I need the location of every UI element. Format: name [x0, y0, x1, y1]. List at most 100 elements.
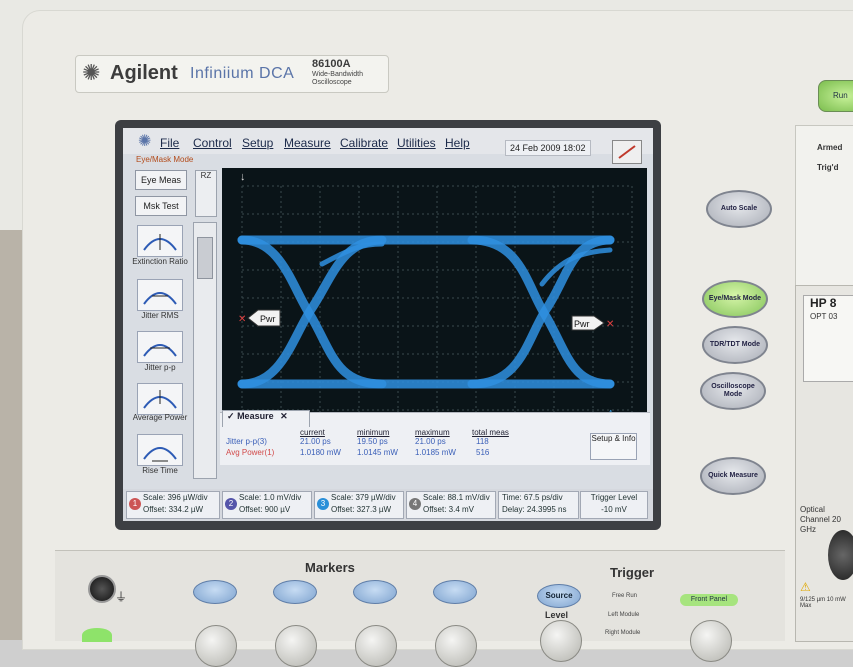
measure-tab[interactable]: ✓ Measure ✕	[222, 410, 310, 427]
scroll-thumb[interactable]	[197, 237, 213, 279]
laser-warning-icon: ⚠	[800, 580, 811, 594]
menu-measure[interactable]: Measure	[284, 136, 331, 150]
channel-1-offset: Offset: 334.2 µW	[143, 505, 204, 514]
menu-file[interactable]: File	[160, 136, 179, 150]
trigger-level-knob[interactable]	[540, 620, 582, 662]
pwr-marker-right-label: Pwr	[574, 319, 590, 329]
channel-4-badge: 4	[409, 498, 421, 510]
date-time: 24 Feb 2009 18:02	[505, 140, 591, 156]
channel-1-setting[interactable]: 1 Scale: 396 µW/div Offset: 334.2 µW	[126, 491, 220, 519]
module-title: HP 8	[810, 296, 837, 310]
marker-x-left-icon: ✕	[238, 314, 246, 325]
trigger-knob-right[interactable]	[690, 620, 732, 662]
rise-time-label: Rise Time	[142, 466, 178, 475]
timebase-time: Time: 67.5 ps/div	[502, 493, 563, 502]
jitter-pp-button[interactable]	[137, 331, 183, 363]
brand-product-line: Infiniium DCA	[190, 65, 295, 82]
average-power-button[interactable]	[137, 383, 183, 415]
ground-connector[interactable]	[88, 575, 116, 603]
left-module-label: Left Module	[608, 612, 640, 618]
trigger-group-label: Trigger	[610, 565, 655, 580]
mode-title: Eye/Mask Mode	[136, 155, 194, 164]
menu-calibrate[interactable]: Calibrate	[340, 136, 388, 150]
mask-test-button[interactable]: Msk Test	[135, 196, 187, 216]
run-button[interactable]: Run	[818, 80, 853, 112]
scrollbar[interactable]	[193, 222, 217, 479]
oscilloscope-mode-button[interactable]: Oscilloscope Mode	[700, 372, 766, 410]
channel-1-badge: 1	[129, 498, 141, 510]
pen-icon	[618, 145, 636, 159]
channel-2-setting[interactable]: 2 Scale: 1.0 mV/div Offset: 900 µV	[222, 491, 312, 519]
markers-group-label: Markers	[305, 560, 355, 575]
menu-control[interactable]: Control	[193, 136, 232, 150]
row-jitter-current: 21.00 ps	[300, 437, 331, 446]
rise-time-icon	[143, 447, 177, 462]
marker-x-right-icon: ✕	[606, 319, 614, 330]
marker-button-4[interactable]	[433, 580, 477, 604]
channel-3-badge: 3	[317, 498, 329, 510]
free-run-label: Free Run	[612, 593, 638, 599]
menu-utilities[interactable]: Utilities	[397, 136, 436, 150]
eye-trace	[237, 235, 615, 389]
timebase-setting[interactable]: Time: 67.5 ps/div Delay: 24.3995 ns	[498, 491, 579, 519]
average-power-label: Average Power	[132, 413, 188, 422]
measure-tab-check-icon: ✓	[227, 411, 235, 421]
header-maximum: maximum	[415, 428, 450, 437]
jitter-rms-button[interactable]	[137, 279, 183, 311]
rz-toggle[interactable]: RZ	[195, 170, 217, 217]
pointer-help-button[interactable]	[612, 140, 642, 164]
channel-2-badge: 2	[225, 498, 237, 510]
marker-knob-3[interactable]	[355, 625, 397, 667]
channel-3-setting[interactable]: 3 Scale: 379 µW/div Offset: 327.3 µW	[314, 491, 404, 519]
marker-button-1[interactable]	[193, 580, 237, 604]
pwr-marker-left: Pwr ✕	[238, 309, 281, 327]
channel-4-setting[interactable]: 4 Scale: 88.1 mV/div Offset: 3.4 mV	[406, 491, 496, 519]
front-panel	[55, 550, 785, 641]
measure-tab-label: Measure	[237, 411, 274, 421]
extinction-ratio-label: Extinction Ratio	[132, 257, 188, 266]
optical-connector[interactable]	[828, 530, 853, 580]
trigger-level-value: -10 mV	[601, 505, 627, 514]
eye-diagram: Pwr ✕ Pwr ✕ ↓ ↕	[237, 171, 633, 419]
ground-icon: ⏚	[115, 590, 128, 604]
close-icon[interactable]: ✕	[280, 411, 288, 421]
row-power-maximum: 1.0185 mW	[415, 448, 456, 457]
row-power-current: 1.0180 mW	[300, 448, 341, 457]
row-jitter-maximum: 21.00 ps	[415, 437, 446, 446]
marker-knob-1[interactable]	[195, 625, 237, 667]
extinction-ratio-icon	[143, 234, 177, 251]
eye-meas-button[interactable]: Eye Meas	[135, 170, 187, 190]
eye-mask-mode-button[interactable]: Eye/Mask Mode	[702, 280, 768, 318]
rz-label: RZ	[200, 171, 212, 180]
brand-company: Agilent	[110, 62, 178, 84]
menu-setup[interactable]: Setup	[242, 136, 273, 150]
agilent-logo-icon: ✺	[82, 60, 101, 85]
marker-button-3[interactable]	[353, 580, 397, 604]
level-label: Level	[545, 610, 569, 620]
jitter-rms-label: Jitter RMS	[141, 311, 179, 320]
marker-knob-2[interactable]	[275, 625, 317, 667]
header-total-meas: total meas	[472, 428, 509, 437]
jitter-rms-icon	[143, 292, 177, 305]
source-button[interactable]: Source	[537, 584, 581, 608]
trigd-indicator: Trig'd	[817, 163, 839, 172]
trigger-level-setting[interactable]: Trigger Level -10 mV	[580, 491, 648, 519]
agilent-menu-logo-icon: ✺	[138, 133, 152, 150]
module-option: OPT 03	[810, 312, 838, 321]
tdr-tdt-mode-button[interactable]: TDR/TDT Mode	[702, 326, 768, 364]
auto-scale-button[interactable]: Auto Scale	[706, 190, 772, 228]
quick-measure-button[interactable]: Quick Measure	[700, 457, 766, 495]
extinction-ratio-button[interactable]	[137, 225, 183, 257]
setup-info-button[interactable]: Setup & Info	[590, 433, 637, 460]
header-current: current	[300, 428, 325, 437]
marker-button-2[interactable]	[273, 580, 317, 604]
marker-knob-4[interactable]	[435, 625, 477, 667]
model-number: 86100A	[312, 58, 351, 70]
row-power-label: Avg Power(1)	[226, 448, 275, 457]
armed-indicator: Armed	[817, 143, 843, 152]
menu-help[interactable]: Help	[445, 136, 470, 150]
jitter-pp-label: Jitter p-p	[144, 363, 176, 372]
rise-time-button[interactable]	[137, 434, 183, 466]
jitter-pp-icon	[143, 344, 177, 357]
header-minimum: minimum	[357, 428, 390, 437]
